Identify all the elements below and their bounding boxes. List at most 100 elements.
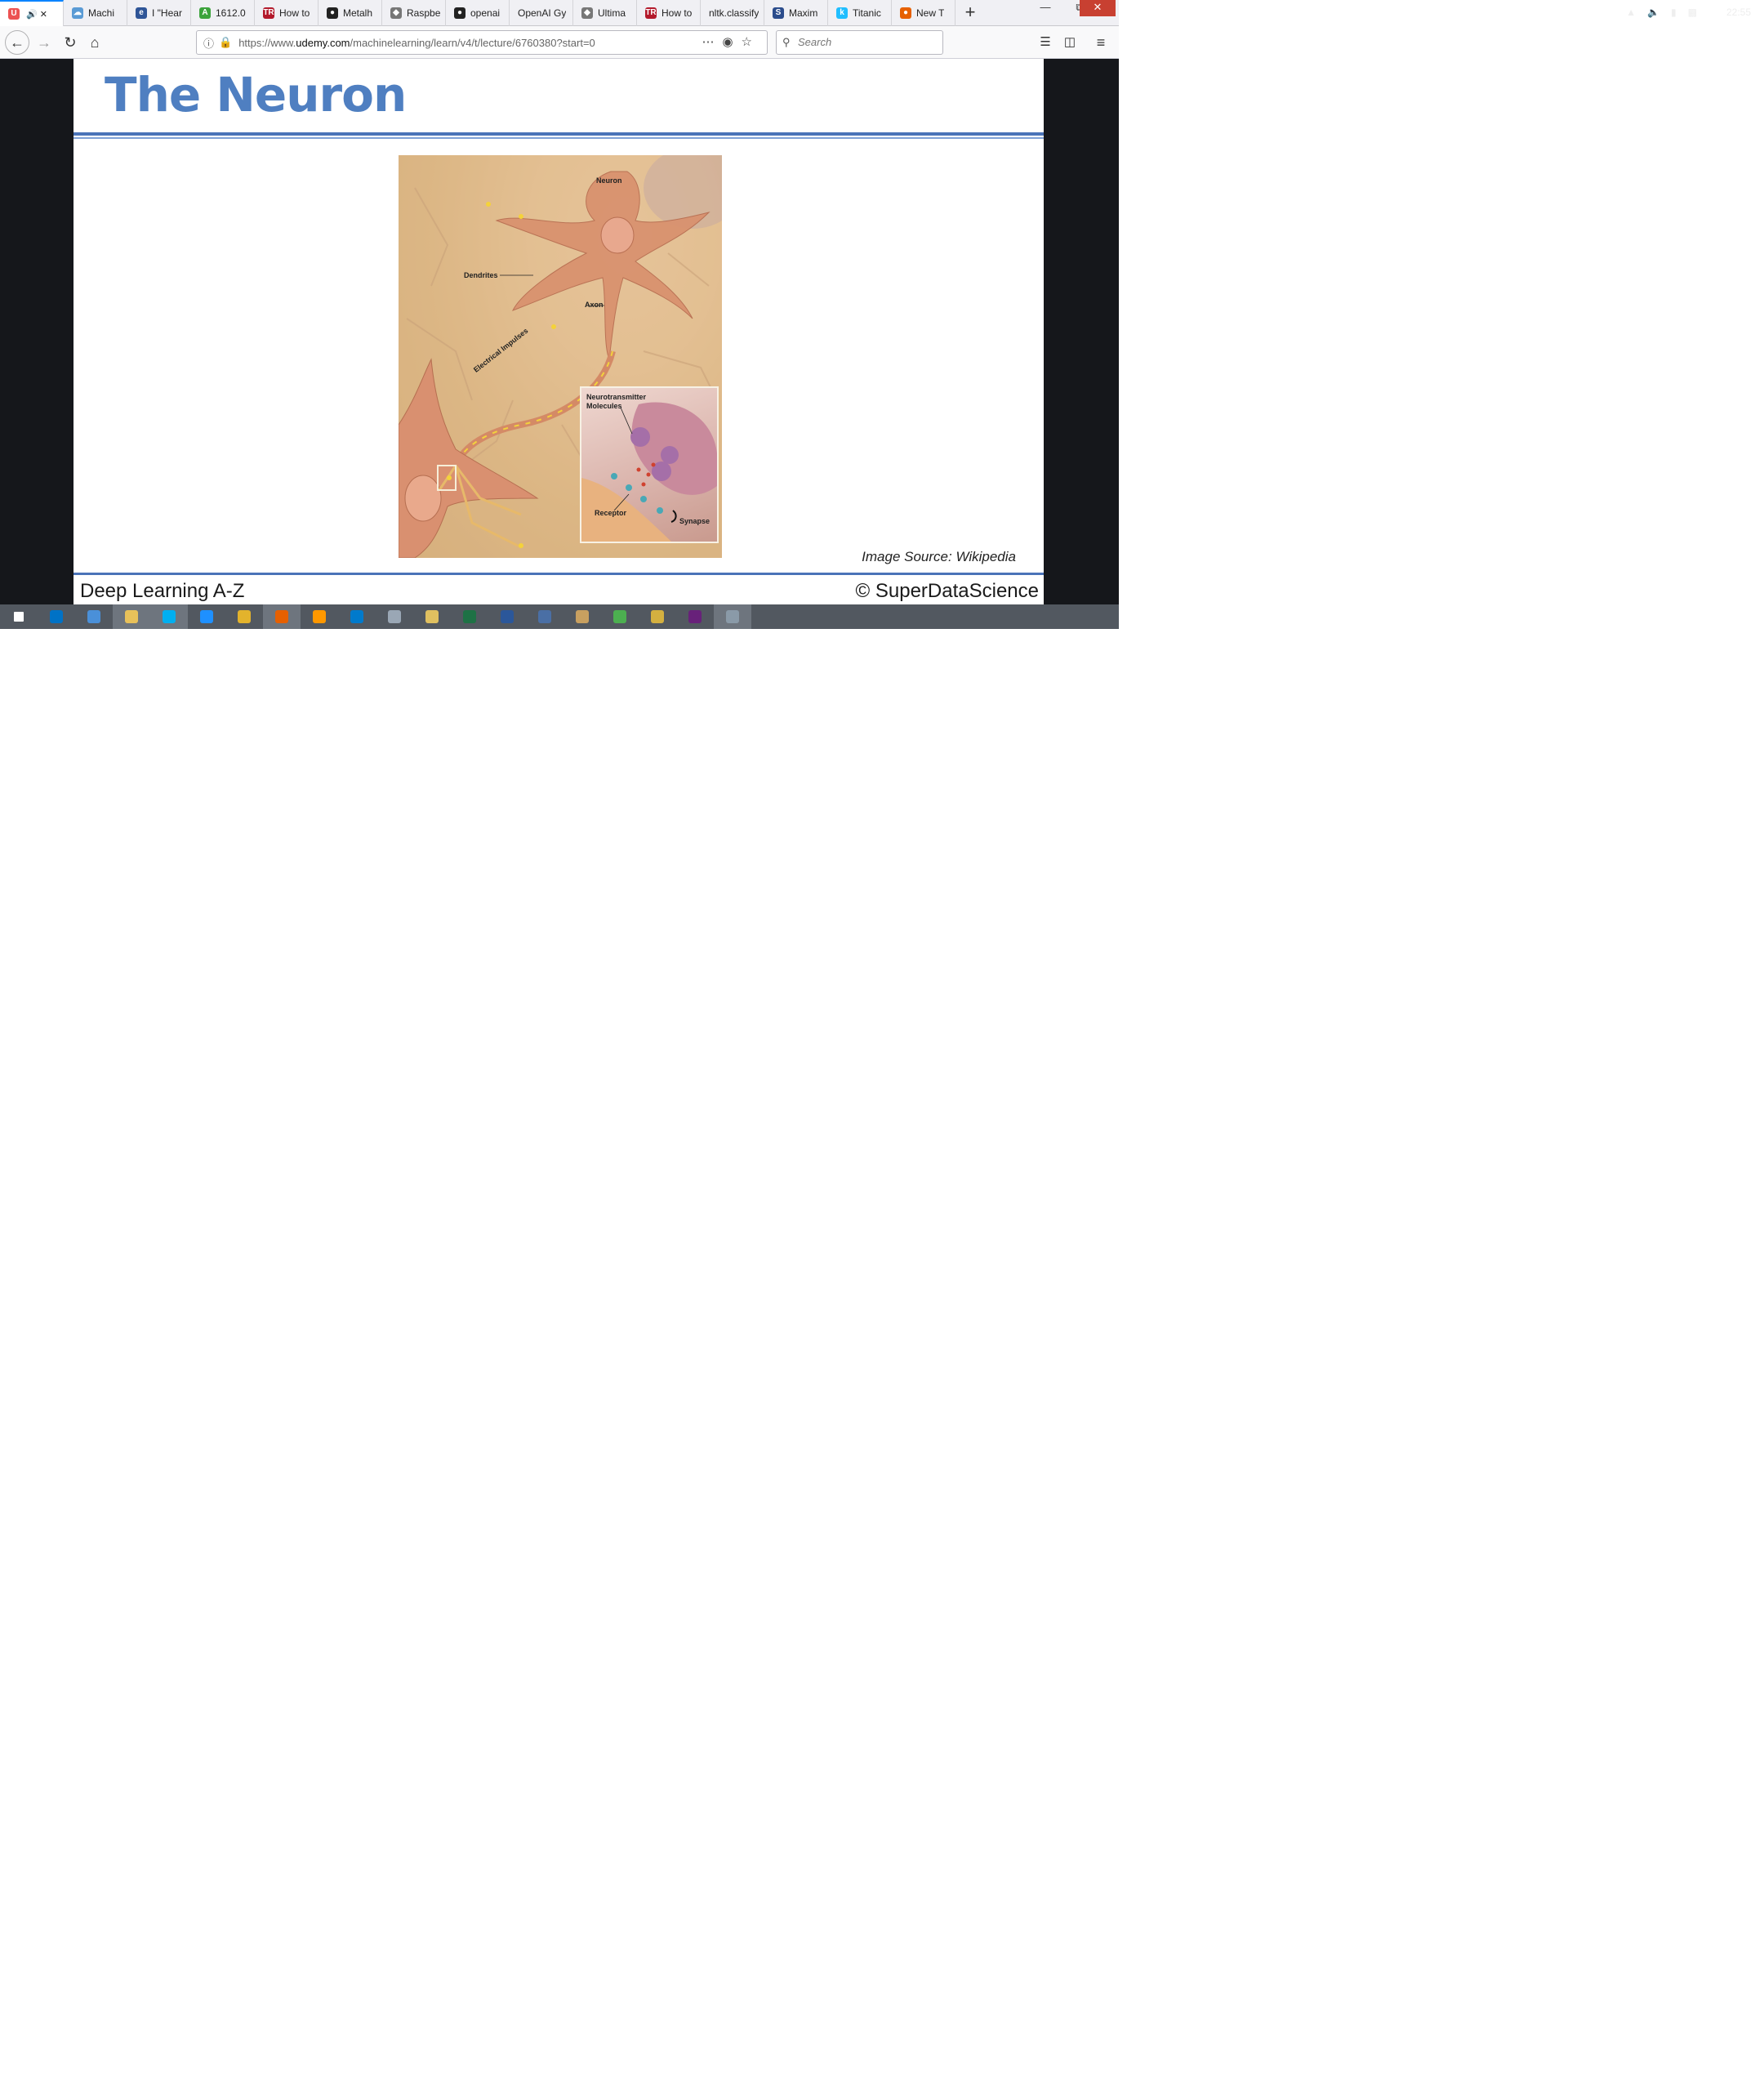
url-path: /machinelearning/learn/v4/t/lecture/6760… — [350, 36, 595, 49]
reload-button[interactable]: ↻ — [59, 31, 82, 54]
title-divider — [74, 132, 1044, 136]
browser-tab[interactable]: nltk.classify — [701, 0, 764, 26]
browser-tab[interactable]: TR How to — [255, 0, 318, 26]
taskbar-button[interactable] — [38, 604, 75, 629]
forward-button[interactable]: → — [33, 31, 56, 54]
taskbar-button[interactable] — [639, 604, 676, 629]
close-window-button[interactable]: ✕ — [1080, 0, 1116, 16]
footer-divider — [74, 573, 1044, 575]
tab-label: New T — [916, 7, 945, 19]
firefox-icon — [275, 610, 288, 623]
taskbar-button[interactable] — [376, 604, 413, 629]
taskbar-button[interactable] — [225, 604, 263, 629]
info-icon[interactable]: ⓘ — [203, 35, 214, 51]
show-hidden-icons-icon[interactable]: ▲ — [1626, 7, 1636, 18]
taskbar-clock[interactable]: 22:55 — [1726, 0, 1751, 25]
search-placeholder: Search — [798, 36, 832, 48]
browser-tab[interactable]: ● Metalh — [318, 0, 382, 26]
page-icon: ◆ — [390, 7, 402, 19]
url-bar[interactable]: ⓘ 🔒 https://www. udemy.com/machinelearnin… — [196, 30, 768, 55]
taskbar-button[interactable] — [601, 604, 639, 629]
taskbar-button[interactable] — [263, 604, 301, 629]
taskbar-button[interactable] — [150, 604, 188, 629]
computer-icon — [87, 610, 100, 623]
system-tray: ▲ 🔈 ▮ ▩ — [1626, 0, 1697, 25]
sidebar-icon[interactable]: ◫ — [1058, 31, 1081, 54]
browser-tab[interactable]: ● openai — [446, 0, 510, 26]
tab-label: Ultima — [598, 7, 626, 19]
browser-tab[interactable]: ☁ Machi — [64, 0, 127, 26]
video-player[interactable]: The Neuron Neuron Dendrites Axon Electri… — [0, 59, 1119, 604]
tab-label: How to — [662, 7, 693, 19]
word-icon — [501, 610, 514, 623]
paint-icon — [576, 610, 589, 623]
battery-icon[interactable]: ▮ — [1671, 7, 1677, 18]
arxiv-icon: A — [199, 7, 211, 19]
search-icon: ⚲ — [782, 36, 791, 48]
chart-icon — [613, 610, 626, 623]
taskbar-button[interactable] — [0, 604, 38, 629]
browser-tab[interactable]: ● New T — [892, 0, 956, 26]
start-icon — [14, 612, 24, 622]
back-button[interactable]: ← — [5, 30, 29, 55]
taskbar-button[interactable] — [451, 604, 488, 629]
taskbar-button[interactable] — [676, 604, 714, 629]
cloud-icon: ☁ — [72, 7, 83, 19]
browser-tab[interactable]: ◆ Ultima — [573, 0, 637, 26]
browser-tab[interactable]: S Maxim — [764, 0, 828, 26]
browser-tab[interactable]: TR How to — [637, 0, 701, 26]
title-divider-thin — [74, 137, 1044, 139]
udemy-icon: U — [8, 8, 20, 20]
tab-label: I "Hear — [152, 7, 182, 19]
lock-icon: 🔒 — [219, 36, 233, 48]
search-input[interactable]: ⚲ Search — [776, 30, 943, 55]
tab-label: OpenAI Gy — [518, 7, 567, 19]
browser-tab[interactable]: A 1612.0 — [191, 0, 255, 26]
tab-label: How to — [279, 7, 310, 19]
new-tab-button[interactable]: + — [956, 0, 985, 26]
page-actions-icon[interactable]: ⋯ — [702, 35, 722, 49]
taskbar-button[interactable] — [301, 604, 338, 629]
menu-icon[interactable]: ≡ — [1089, 31, 1112, 54]
excel-icon — [463, 610, 476, 623]
sublime-icon — [313, 610, 326, 623]
app-icon — [651, 610, 664, 623]
taskbar-button[interactable] — [75, 604, 113, 629]
pocket-icon[interactable]: ◉ — [722, 35, 741, 49]
page-icon: ◆ — [581, 7, 593, 19]
tab-label: Titanic — [853, 7, 881, 19]
library-icon[interactable]: ☰ — [1034, 31, 1057, 54]
tab-label: Raspbe — [407, 7, 441, 19]
chrome-icon — [238, 610, 251, 623]
bookmark-star-icon[interactable]: ☆ — [742, 35, 760, 49]
browser-tab[interactable]: e I "Hear — [127, 0, 191, 26]
tr-icon: TR — [263, 7, 274, 19]
taskbar-button[interactable] — [526, 604, 564, 629]
taskbar-button[interactable] — [338, 604, 376, 629]
taskbar-button[interactable] — [714, 604, 751, 629]
browser-tab[interactable]: k Titanic — [828, 0, 892, 26]
ie-icon — [200, 610, 213, 623]
navigation-toolbar: ← → ↻ ⌂ ⓘ 🔒 https://www. udemy.com/machin… — [0, 26, 1119, 59]
windows-taskbar — [0, 604, 1119, 629]
taskbar-button[interactable] — [488, 604, 526, 629]
outlook-icon — [50, 610, 63, 623]
label-neurotransmitter: Neurotransmitter — [586, 393, 647, 401]
home-icon[interactable]: ⌂ — [83, 31, 106, 54]
minimize-button[interactable]: — — [1027, 0, 1063, 16]
taskbar-button[interactable] — [113, 604, 150, 629]
taskbar-button[interactable] — [188, 604, 225, 629]
volume-icon[interactable]: 🔈 — [1647, 7, 1659, 18]
tab-label: openai — [470, 7, 501, 19]
taskbar-button[interactable] — [564, 604, 601, 629]
browser-tab[interactable]: U 🔊 ✕ — [0, 0, 64, 26]
neuron-illustration: Neuron Dendrites Axon Electrical Impulse… — [399, 155, 722, 558]
taskbar-button[interactable] — [413, 604, 451, 629]
wifi-icon[interactable]: ▩ — [1688, 7, 1697, 18]
tab-label: Metalh — [343, 7, 373, 19]
browser-tab[interactable]: OpenAI Gy — [510, 0, 573, 26]
synapse-inset: Neurotransmitter Molecules Receptor Syna… — [580, 386, 719, 543]
settings-icon — [726, 610, 739, 623]
tab-audio-close-icon[interactable]: 🔊 ✕ — [26, 9, 47, 20]
browser-tab[interactable]: ◆ Raspbe — [382, 0, 446, 26]
